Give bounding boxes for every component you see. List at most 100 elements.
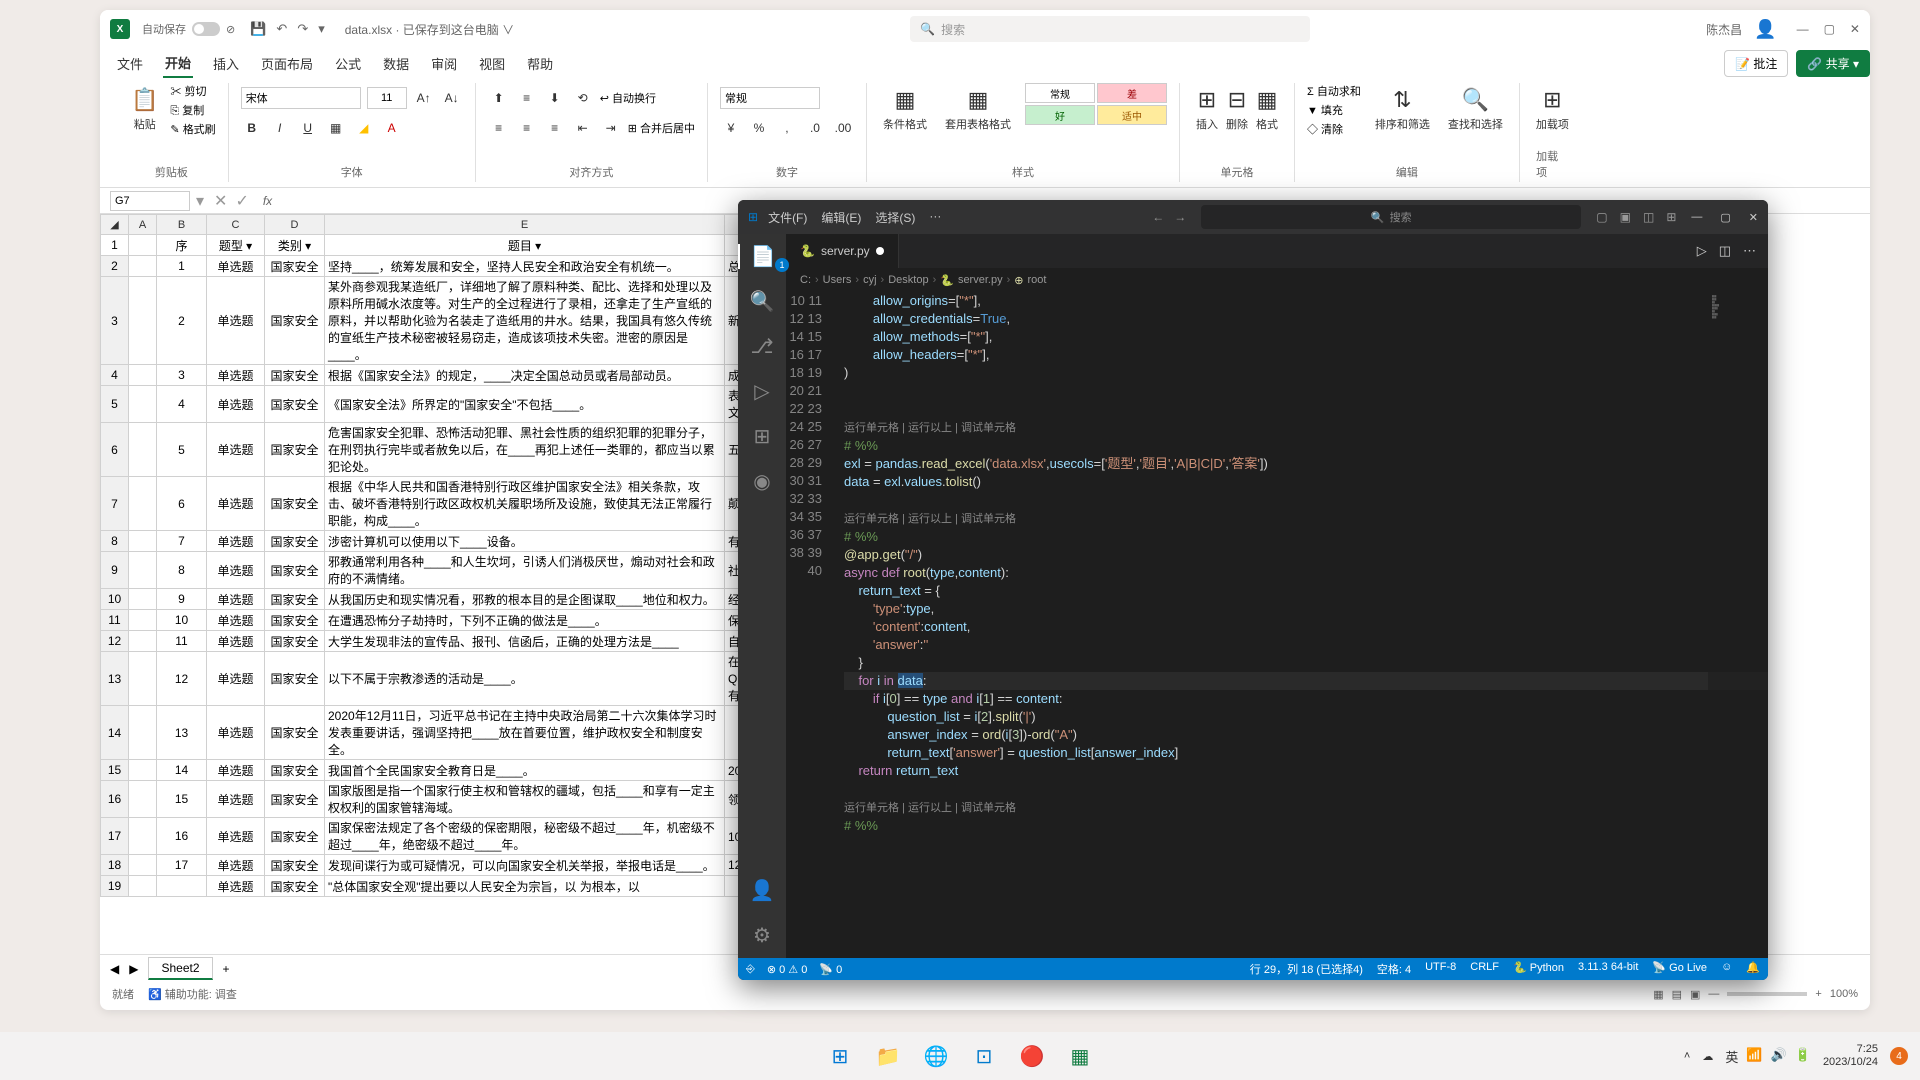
align-mid-button[interactable]: ≡ (516, 87, 538, 109)
vscode-search[interactable]: 🔍 搜索 (1201, 205, 1581, 229)
currency-button[interactable]: ¥ (720, 117, 742, 139)
align-top-button[interactable]: ⬆ (488, 87, 510, 109)
cell[interactable] (129, 781, 157, 818)
view-break-icon[interactable]: ▣ (1690, 988, 1700, 1001)
cell[interactable]: 单选题 (207, 652, 265, 706)
bold-button[interactable]: B (241, 117, 263, 139)
cell[interactable]: 国家安全 (265, 256, 325, 277)
name-box[interactable] (110, 191, 190, 211)
cell[interactable]: 3 (157, 365, 207, 386)
remote-icon[interactable]: ⎆ (746, 963, 755, 976)
nav-back-icon[interactable]: ← (1152, 210, 1164, 224)
cell[interactable]: 4 (157, 386, 207, 423)
cell[interactable]: 国家安全 (265, 855, 325, 876)
col-header-d[interactable]: D (265, 215, 325, 235)
zoom-level[interactable]: 100% (1830, 988, 1858, 1000)
toggle-switch[interactable] (192, 22, 220, 36)
cell[interactable]: 13 (157, 706, 207, 760)
cell[interactable]: 单选题 (207, 589, 265, 610)
cell[interactable] (129, 277, 157, 365)
cell[interactable]: 国家安全 (265, 423, 325, 477)
status-interpreter[interactable]: 3.11.3 64-bit (1578, 961, 1638, 977)
cell[interactable]: 国家安全 (265, 277, 325, 365)
cell[interactable]: 题型 ▾ (207, 235, 265, 256)
cut-button[interactable]: ✂ 剪切 (170, 83, 215, 99)
layout-icon-3[interactable]: ◫ (1643, 210, 1654, 224)
comments-button[interactable]: 📝 批注 (1724, 50, 1788, 77)
row-header[interactable]: 5 (101, 386, 129, 423)
cell[interactable]: 题目 ▾ (325, 235, 725, 256)
account-icon[interactable]: 👤 (750, 878, 775, 903)
clear-button[interactable]: ◇ 清除 (1307, 121, 1361, 137)
cell[interactable]: 17 (157, 855, 207, 876)
cell[interactable]: 11 (157, 631, 207, 652)
align-left-button[interactable]: ≡ (488, 117, 510, 139)
underline-button[interactable]: U (297, 117, 319, 139)
cell[interactable] (129, 818, 157, 855)
cell[interactable]: 某外商参观我某造纸厂，详细地了解了原料种类、配比、选择和处理以及原料所用碱水浓度… (325, 277, 725, 365)
format-painter-button[interactable]: ✎ 格式刷 (170, 121, 215, 137)
status-errors[interactable]: ⊗ 0 ⚠ 0 (767, 963, 808, 976)
cell[interactable] (129, 256, 157, 277)
cell[interactable]: 7 (157, 531, 207, 552)
cell[interactable]: 序 (157, 235, 207, 256)
cell[interactable]: 国家安全 (265, 386, 325, 423)
tab-formula[interactable]: 公式 (333, 50, 363, 77)
cell[interactable]: 坚持____，统筹发展和安全，坚持人民安全和政治安全有机统一。 (325, 256, 725, 277)
font-size-select[interactable] (367, 87, 407, 109)
cell[interactable]: 10 (157, 610, 207, 631)
cell[interactable]: 在遭遇恐怖分子劫持时，下列不正确的做法是____。 (325, 610, 725, 631)
cell[interactable]: 16 (157, 818, 207, 855)
cell[interactable]: 单选题 (207, 781, 265, 818)
tab-review[interactable]: 审阅 (429, 50, 459, 77)
view-normal-icon[interactable]: ▦ (1653, 988, 1663, 1001)
scm-icon[interactable]: ⎇ (750, 334, 773, 359)
tab-data[interactable]: 数据 (381, 50, 411, 77)
datetime[interactable]: 7:25 2023/10/24 (1823, 1043, 1878, 1069)
status-lang[interactable]: 🐍 Python (1513, 961, 1564, 977)
style-good[interactable]: 好 (1025, 105, 1095, 125)
copy-button[interactable]: ⎘ 复制 (170, 102, 215, 118)
breadcrumb[interactable]: C:› Users› cyj› Desktop› 🐍 server.py› ⊕ … (786, 268, 1768, 292)
row-header[interactable]: 17 (101, 818, 129, 855)
vscode-button[interactable]: ⊡ (964, 1036, 1004, 1076)
tab-file[interactable]: 文件 (115, 50, 145, 77)
filename-label[interactable]: data.xlsx · 已保存到这台电脑 ∨ (345, 21, 514, 38)
find-button[interactable]: 🔍查找和选择 (1444, 83, 1507, 137)
wrap-button[interactable]: ↩ 自动换行 (600, 90, 656, 106)
status-golive[interactable]: 📡 Go Live (1652, 961, 1707, 977)
row-header[interactable]: 6 (101, 423, 129, 477)
cell[interactable]: 国家安全 (265, 531, 325, 552)
autosave-toggle[interactable]: 自动保存 ⊘ (142, 21, 235, 37)
status-encoding[interactable]: UTF-8 (1425, 961, 1456, 977)
row-header[interactable]: 9 (101, 552, 129, 589)
run-icon[interactable]: ▷ (1697, 243, 1707, 259)
cell[interactable] (129, 631, 157, 652)
minimize-icon[interactable]: — (1797, 22, 1809, 36)
row-header[interactable]: 14 (101, 706, 129, 760)
align-right-button[interactable]: ≡ (544, 117, 566, 139)
cell[interactable]: 2 (157, 277, 207, 365)
cell[interactable]: 发现间谍行为或可疑情况，可以向国家安全机关举报，举报电话是____。 (325, 855, 725, 876)
autosum-button[interactable]: Σ 自动求和 (1307, 83, 1361, 99)
orientation-button[interactable]: ⟲ (572, 87, 594, 109)
tray-volume-icon[interactable]: 🔊 (1771, 1047, 1787, 1066)
status-port[interactable]: 📡 0 (819, 963, 842, 976)
menu-file[interactable]: 文件(F) (768, 209, 807, 226)
percent-button[interactable]: % (748, 117, 770, 139)
excel-button[interactable]: ▦ (1060, 1036, 1100, 1076)
cell[interactable] (129, 855, 157, 876)
explorer-icon[interactable]: 📄 (738, 244, 786, 269)
edge-button[interactable]: 🌐 (916, 1036, 956, 1076)
indent-inc-button[interactable]: ⇥ (600, 117, 622, 139)
row-header[interactable]: 10 (101, 589, 129, 610)
row-header[interactable]: 18 (101, 855, 129, 876)
search-bar[interactable]: 🔍 搜索 (910, 16, 1310, 42)
notification-badge[interactable]: 4 (1890, 1047, 1908, 1065)
add-sheet-icon[interactable]: + (223, 962, 230, 976)
cell[interactable]: 我国首个全民国家安全教育日是____。 (325, 760, 725, 781)
vsc-minimize-icon[interactable]: — (1691, 211, 1702, 224)
indent-dec-button[interactable]: ⇤ (572, 117, 594, 139)
maximize-icon[interactable]: ▢ (1824, 22, 1835, 36)
addins-button[interactable]: ⊞加载项 (1532, 83, 1573, 136)
